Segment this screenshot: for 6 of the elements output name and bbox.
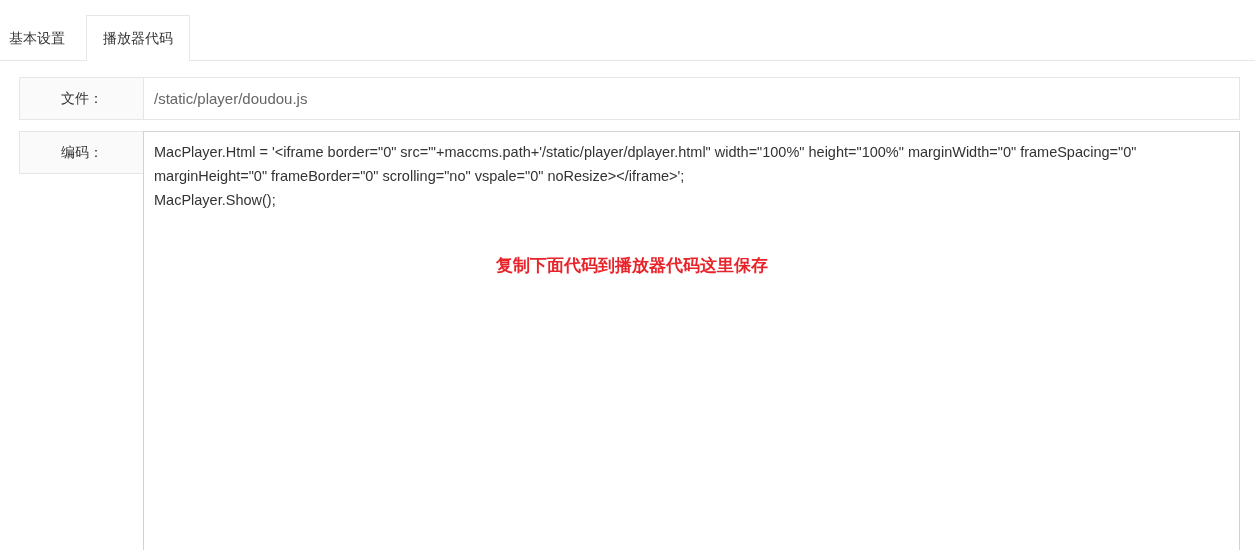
tab[interactable]: 播放器代码 [86, 15, 190, 61]
field-label: 编码： [19, 131, 143, 174]
tab[interactable]: 基本设置 [0, 15, 74, 61]
annotation-text: 复制下面代码到播放器代码这里保存 [495, 256, 769, 275]
file-input-field[interactable]: /static/player/doudou.js [143, 77, 1240, 120]
field-label: 文件： [19, 77, 143, 120]
